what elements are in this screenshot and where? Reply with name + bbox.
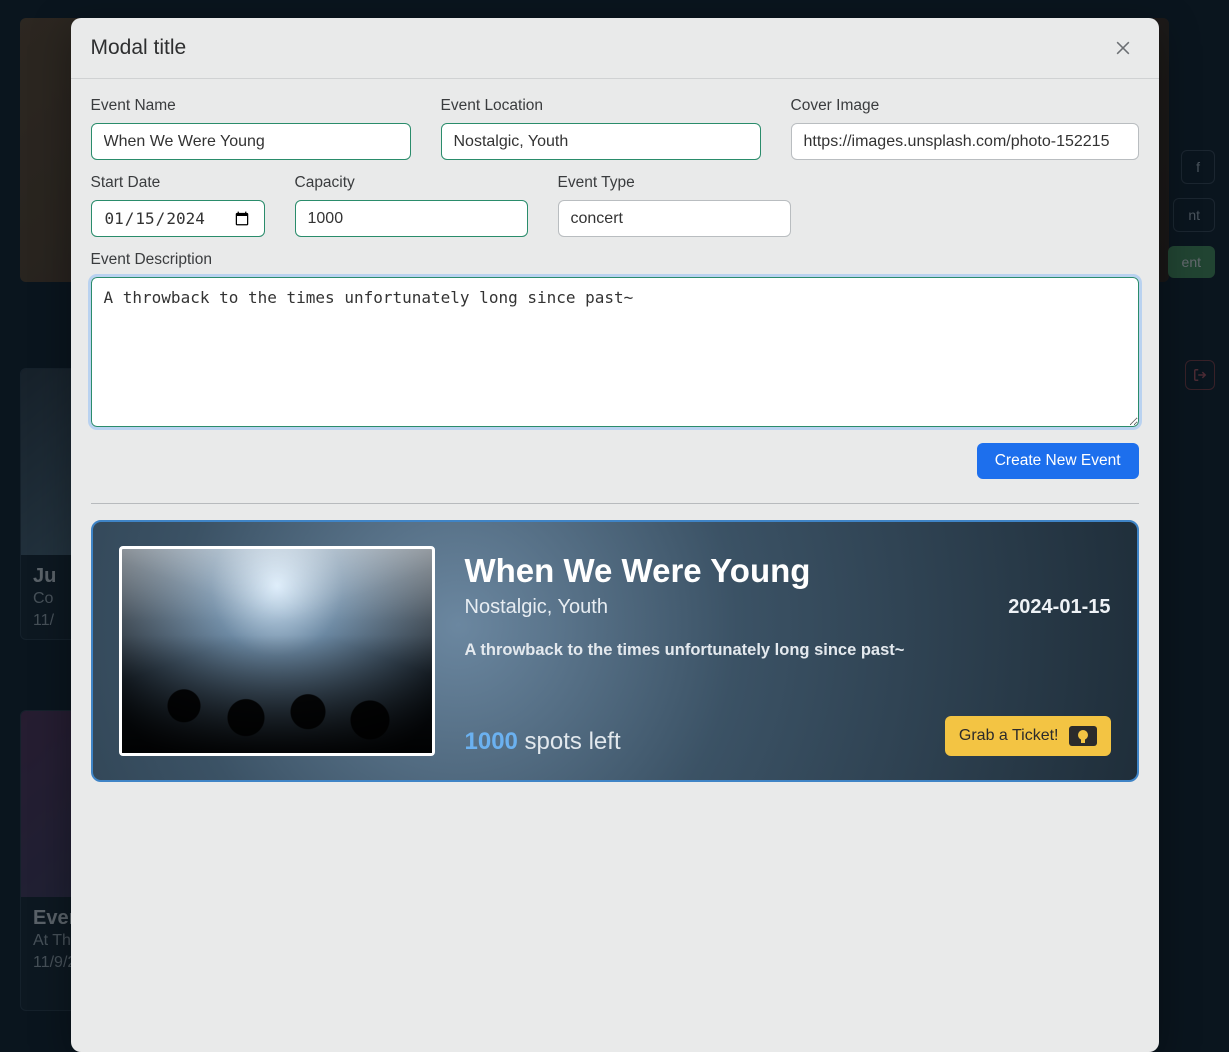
- preview-description: A throwback to the times unfortunately l…: [465, 641, 1111, 660]
- preview-date: 2024-01-15: [1008, 596, 1110, 619]
- label-event-location: Event Location: [441, 97, 761, 115]
- close-icon: [1113, 38, 1133, 58]
- label-event-name: Event Name: [91, 97, 411, 115]
- ticket-icon: [1069, 726, 1097, 746]
- event-name-input[interactable]: [91, 123, 411, 160]
- event-type-input[interactable]: [558, 200, 791, 237]
- divider: [91, 503, 1139, 504]
- label-start-date: Start Date: [91, 174, 265, 192]
- modal-title: Modal title: [91, 36, 187, 60]
- modal-overlay[interactable]: Modal title Event Name Event Location Co…: [0, 0, 1229, 1052]
- label-event-type: Event Type: [558, 174, 791, 192]
- modal-body: Event Name Event Location Cover Image St…: [71, 79, 1159, 802]
- preview-spots-left: 1000 spots left: [465, 728, 621, 756]
- event-preview-card: When We Were Young Nostalgic, Youth 2024…: [91, 520, 1139, 782]
- create-event-modal: Modal title Event Name Event Location Co…: [71, 18, 1159, 1052]
- label-event-description: Event Description: [91, 251, 1139, 269]
- create-event-button[interactable]: Create New Event: [977, 443, 1139, 479]
- event-location-input[interactable]: [441, 123, 761, 160]
- modal-header: Modal title: [71, 18, 1159, 79]
- event-description-textarea[interactable]: [91, 277, 1139, 427]
- label-capacity: Capacity: [295, 174, 528, 192]
- label-cover-image: Cover Image: [791, 97, 1139, 115]
- grab-ticket-button[interactable]: Grab a Ticket!: [945, 716, 1111, 756]
- close-button[interactable]: [1107, 32, 1139, 64]
- start-date-input[interactable]: [91, 200, 265, 237]
- grab-ticket-label: Grab a Ticket!: [959, 727, 1059, 745]
- preview-cover-image: [119, 546, 435, 756]
- capacity-input[interactable]: [295, 200, 528, 237]
- cover-image-input[interactable]: [791, 123, 1139, 160]
- preview-title: When We Were Young: [465, 552, 1111, 590]
- preview-location: Nostalgic, Youth: [465, 596, 608, 619]
